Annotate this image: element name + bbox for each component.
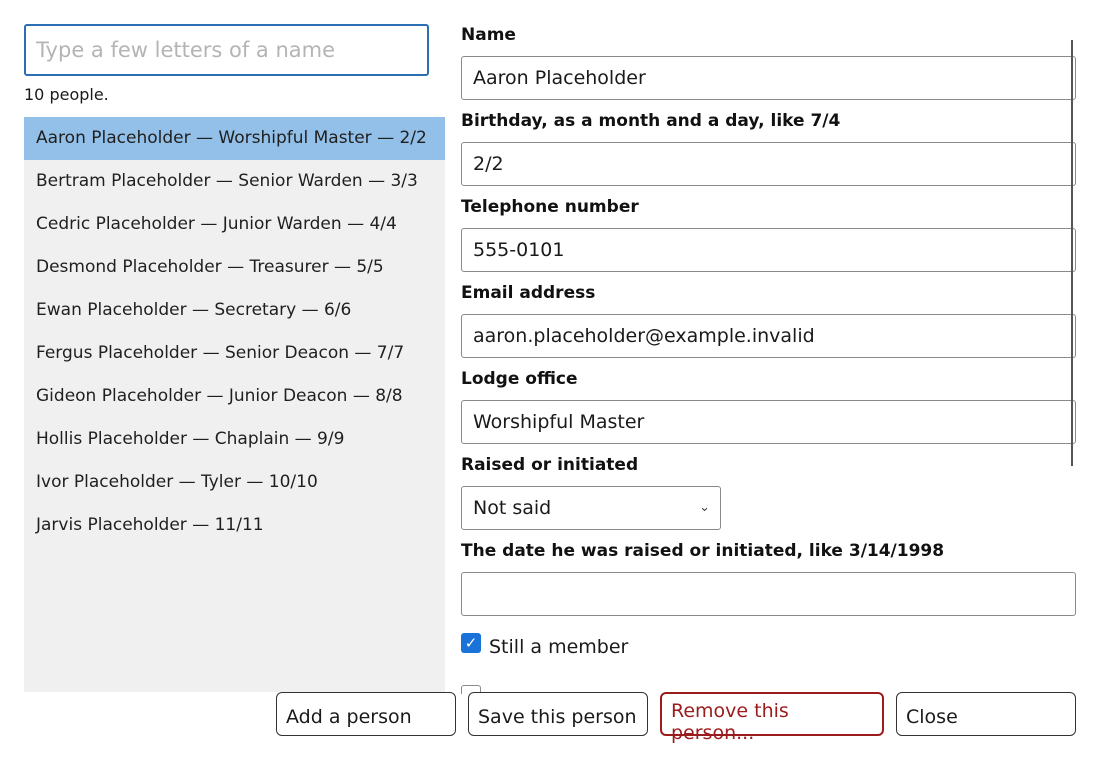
list-item[interactable]: Jarvis Placeholder — 11/11	[24, 504, 445, 547]
chevron-down-icon: ⌄	[699, 500, 710, 515]
list-item[interactable]: Aaron Placeholder — Worshipful Master — …	[24, 117, 445, 160]
people-count: 10 people.	[24, 85, 109, 104]
list-item[interactable]: Hollis Placeholder — Chaplain — 9/9	[24, 418, 445, 461]
list-item[interactable]: Cedric Placeholder — Junior Warden — 4/4	[24, 203, 445, 246]
save-person-button[interactable]: Save this person	[468, 692, 648, 736]
phone-label: Telephone number	[461, 197, 639, 217]
name-field[interactable]	[461, 56, 1076, 100]
still-member-label: Still a member	[489, 636, 629, 658]
people-list[interactable]: Aaron Placeholder — Worshipful Master — …	[24, 117, 445, 692]
list-item[interactable]: Fergus Placeholder — Senior Deacon — 7/7	[24, 332, 445, 375]
raised-date-field[interactable]	[461, 572, 1076, 616]
close-button[interactable]: Close	[896, 692, 1076, 736]
list-item[interactable]: Ewan Placeholder — Secretary — 6/6	[24, 289, 445, 332]
list-item[interactable]: Ivor Placeholder — Tyler — 10/10	[24, 461, 445, 504]
birthday-label: Birthday, as a month and a day, like 7/4	[461, 111, 841, 131]
birthday-field[interactable]	[461, 142, 1076, 186]
office-field[interactable]	[461, 400, 1076, 444]
email-field[interactable]	[461, 314, 1076, 358]
name-label: Name	[461, 25, 516, 45]
list-item[interactable]: Gideon Placeholder — Junior Deacon — 8/8	[24, 375, 445, 418]
remove-person-button[interactable]: Remove this person...	[660, 692, 884, 744]
raised-select[interactable]: Not said ⌄	[461, 486, 721, 530]
email-label: Email address	[461, 283, 596, 303]
phone-field[interactable]	[461, 228, 1076, 272]
list-item[interactable]: Desmond Placeholder — Treasurer — 5/5	[24, 246, 445, 289]
raised-label: Raised or initiated	[461, 455, 639, 475]
form-scrollbar[interactable]	[1071, 40, 1073, 466]
raised-select-value: Not said	[473, 497, 552, 519]
office-label: Lodge office	[461, 369, 578, 389]
search-input[interactable]	[24, 24, 429, 76]
checkmark-icon: ✓	[464, 634, 478, 652]
add-person-button[interactable]: Add a person	[276, 692, 456, 736]
still-member-checkbox[interactable]: ✓	[461, 633, 481, 653]
raised-date-label: The date he was raised or initiated, lik…	[461, 541, 945, 561]
list-item[interactable]: Bertram Placeholder — Senior Warden — 3/…	[24, 160, 445, 203]
